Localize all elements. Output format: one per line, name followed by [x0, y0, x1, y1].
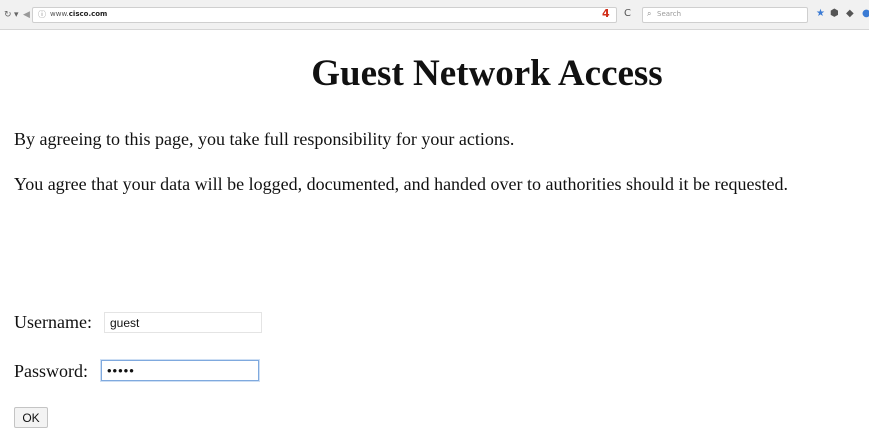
responsibility-text: By agreeing to this page, you take full …	[14, 129, 515, 149]
browser-toolbar: ↻ ▾ ◀ ⓘ www.cisco.com 4 C ⌕ Search ★ ⬢ ◆…	[0, 0, 869, 30]
security-alert-icon[interactable]: 4	[602, 8, 610, 20]
chevron-down-icon[interactable]: ▾	[14, 9, 19, 21]
search-icon: ⌕	[647, 9, 652, 18]
password-label: Password:	[14, 361, 89, 381]
history-icon[interactable]: ↻	[4, 9, 12, 21]
search-placeholder: Search	[657, 10, 682, 18]
bookmark-star-icon[interactable]: ★	[816, 8, 825, 20]
back-icon[interactable]: ◀	[23, 9, 30, 21]
page-title: Guest Network Access	[311, 53, 663, 94]
extension-icon[interactable]: ●	[862, 8, 869, 20]
reload-icon[interactable]: C	[624, 8, 631, 20]
info-icon[interactable]: ⓘ	[38, 9, 46, 20]
username-input[interactable]	[104, 312, 262, 333]
data-logging-text: You agree that your data will be logged,…	[14, 174, 788, 194]
library-icon[interactable]: ⬢	[830, 8, 839, 20]
url-text[interactable]: www.cisco.com	[50, 10, 107, 18]
password-input[interactable]	[101, 360, 259, 381]
ok-button[interactable]: OK	[14, 407, 48, 428]
address-bar[interactable]: ⓘ www.cisco.com	[32, 7, 617, 23]
url-domain: cisco.com	[68, 10, 108, 18]
search-bar[interactable]: ⌕ Search	[642, 7, 808, 23]
username-label: Username:	[14, 312, 92, 332]
url-prefix: www.	[50, 10, 69, 18]
pocket-icon[interactable]: ◆	[846, 8, 854, 20]
